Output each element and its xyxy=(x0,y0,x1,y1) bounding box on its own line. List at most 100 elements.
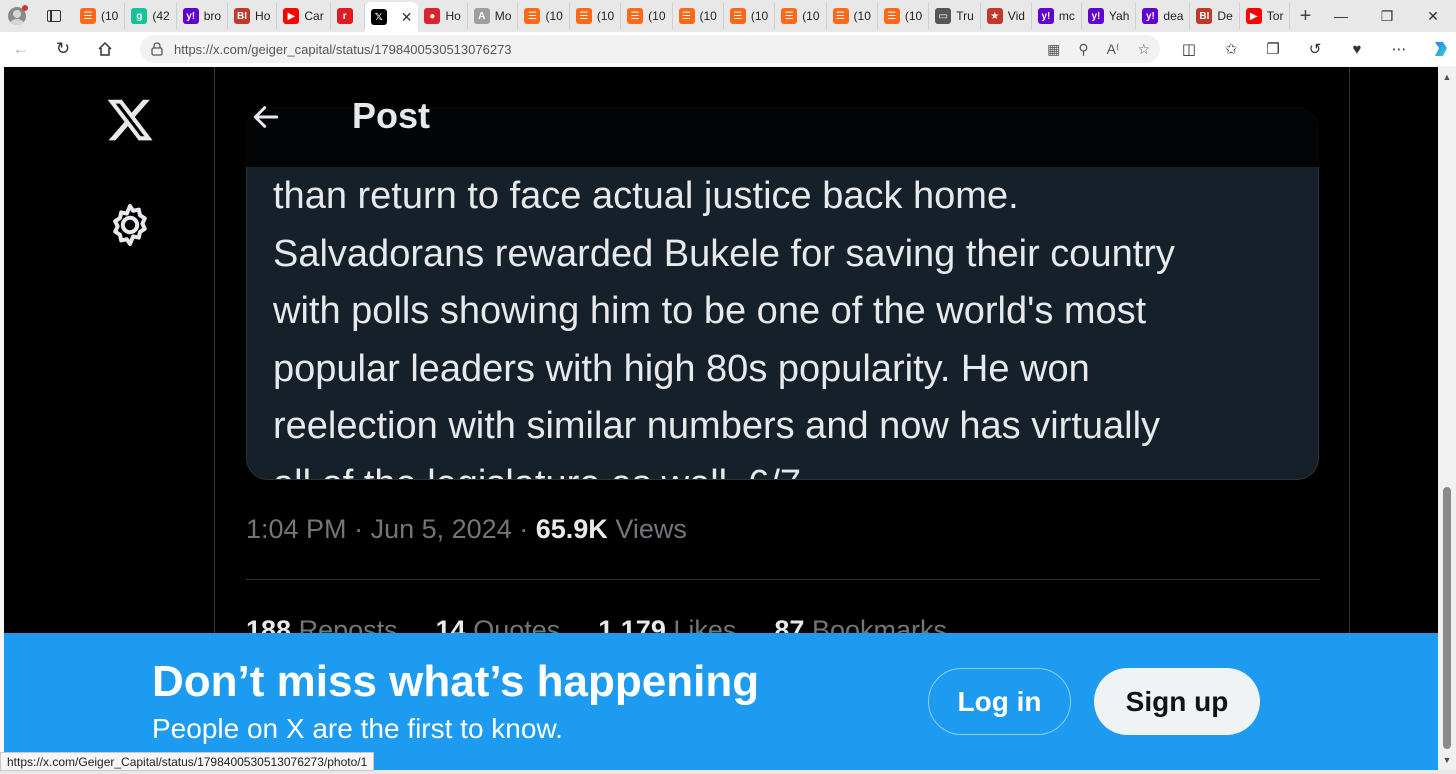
browser-tab[interactable]: ▶ Car xyxy=(277,3,331,29)
favorite-star-icon[interactable]: ☆ xyxy=(1137,41,1150,58)
page-scrollbar[interactable]: ▲ ▼ xyxy=(1438,67,1456,770)
views-label: Views xyxy=(615,514,687,544)
red-pin-icon: ● xyxy=(424,8,441,24)
post-time[interactable]: 1:04 PM xyxy=(246,514,347,544)
notification-dot xyxy=(22,5,28,11)
browser-tab[interactable]: ☰ (10 xyxy=(621,3,673,29)
zoom-icon[interactable]: ⚲ xyxy=(1078,41,1088,58)
divider xyxy=(246,579,1320,580)
browser-tab[interactable]: ● Ho xyxy=(418,3,468,29)
substack-icon: ☰ xyxy=(678,8,695,24)
tab-label: (10 xyxy=(750,9,769,23)
substack-icon: ☰ xyxy=(524,8,541,24)
views-count: 65.9K xyxy=(535,514,608,544)
x-logo-icon[interactable] xyxy=(104,95,156,145)
post-header: Post xyxy=(216,67,1349,167)
tab-label: Mo xyxy=(494,9,512,23)
quote-line: popular leaders with high 80s popularity… xyxy=(273,347,1090,390)
login-button[interactable]: Log in xyxy=(928,668,1071,735)
close-tab-icon[interactable]: ✕ xyxy=(401,9,413,26)
performance-icon[interactable]: ♥ xyxy=(1336,41,1378,58)
browser-tab[interactable]: r xyxy=(331,3,365,29)
gear-icon[interactable] xyxy=(106,201,154,249)
quote-line: with polls showing him to be one of the … xyxy=(273,290,1147,332)
app-grid-icon[interactable]: ▦ xyxy=(1047,41,1060,58)
back-arrow-icon[interactable] xyxy=(250,101,282,133)
browser-tab[interactable]: y! Yah xyxy=(1082,3,1137,29)
tab-label: (10 xyxy=(853,9,871,23)
browser-tab[interactable]: ☰ (10 xyxy=(570,3,622,29)
post-date[interactable]: Jun 5, 2024 xyxy=(371,514,512,544)
address-url: https://x.com/geiger_capital/status/1798… xyxy=(174,41,512,57)
collections-icon[interactable]: ❐ xyxy=(1252,40,1294,58)
scroll-down-arrow-icon[interactable]: ▼ xyxy=(1438,752,1456,768)
browser-tab[interactable]: ☰ (10 xyxy=(775,3,827,29)
quote-line: Salvadorans rewarded Bukele for saving t… xyxy=(273,232,1175,275)
lock-icon[interactable] xyxy=(140,42,174,56)
history-icon[interactable]: ↺ xyxy=(1294,40,1336,58)
business-insider-icon: BI xyxy=(234,8,251,24)
browser-tab[interactable]: ☰ (10 xyxy=(673,3,724,29)
refresh-button[interactable]: ↻ xyxy=(42,32,84,66)
home-button[interactable] xyxy=(84,32,126,66)
scroll-up-arrow-icon[interactable]: ▲ xyxy=(1438,69,1456,85)
yahoo-icon: y! xyxy=(182,8,199,24)
browser-tab[interactable]: BI Ho xyxy=(228,3,278,29)
back-button[interactable]: ← xyxy=(0,32,42,66)
browser-tab[interactable]: ☰ (10 xyxy=(827,3,878,29)
tab-label: bro xyxy=(203,9,222,23)
tab-label: mc xyxy=(1058,9,1075,23)
split-screen-icon[interactable]: ◫ xyxy=(1168,40,1210,58)
scrollbar-thumb[interactable] xyxy=(1443,487,1451,749)
browser-tab[interactable]: ☰ (10 xyxy=(724,3,776,29)
address-bar[interactable]: https://x.com/geiger_capital/status/1798… xyxy=(140,35,1160,63)
tab-label: Ho xyxy=(255,9,271,23)
substack-icon: ☰ xyxy=(575,8,592,24)
read-aloud-icon[interactable]: A⁽ xyxy=(1107,41,1120,58)
close-window-button[interactable]: ✕ xyxy=(1410,0,1456,32)
browser-tab[interactable]: ☰ (10 xyxy=(74,3,126,29)
substack-icon: ☰ xyxy=(729,8,746,24)
link-status-bar: https://x.com/Geiger_Capital/status/1798… xyxy=(0,752,375,771)
tab-label: Vid xyxy=(1007,9,1025,23)
tab-label: Tor xyxy=(1266,9,1284,23)
star-icon: ★ xyxy=(986,8,1003,24)
address-bar-actions: ▦ ⚲ A⁽ ☆ xyxy=(1047,35,1150,63)
browser-tab[interactable]: y! mc xyxy=(1032,3,1082,29)
minimize-button[interactable]: — xyxy=(1318,0,1364,32)
browser-tab[interactable]: y! dea xyxy=(1136,3,1191,29)
browser-tab[interactable]: ☰ (10 xyxy=(518,3,570,29)
restore-button[interactable]: ❐ xyxy=(1364,0,1410,32)
browser-tab[interactable]: ☰ (10 xyxy=(878,3,930,29)
favorites-icon[interactable]: ✩ xyxy=(1210,40,1252,58)
browser-tab[interactable]: ★ Vid xyxy=(981,3,1032,29)
yahoo-icon: y! xyxy=(1037,8,1054,24)
copilot-icon[interactable] xyxy=(1420,39,1456,59)
more-menu-icon[interactable]: ⋯ xyxy=(1378,40,1420,58)
substack-icon: ☰ xyxy=(781,8,798,24)
browser-tab[interactable]: BI De xyxy=(1190,3,1240,29)
home-icon xyxy=(98,41,112,56)
browser-tab[interactable]: g (42 xyxy=(125,3,177,29)
yahoo-icon: y! xyxy=(1142,8,1159,24)
document-icon: ▭ xyxy=(935,8,952,24)
tab-label: (10 xyxy=(101,9,119,23)
browser-tab[interactable]: A Mo xyxy=(468,3,519,29)
browser-tab[interactable]: 𝕏 ✕ xyxy=(364,2,419,32)
tab-actions-button[interactable] xyxy=(34,0,74,32)
quoted-post-text: than return to face actual justice back … xyxy=(273,168,1293,479)
window-controls: — ❐ ✕ xyxy=(1318,0,1456,32)
tab-label: (10 xyxy=(648,9,666,23)
page-title: Post xyxy=(352,95,431,136)
new-tab-button[interactable]: + xyxy=(1290,5,1320,28)
tab-label: Car xyxy=(304,9,324,23)
youtube-icon: ▶ xyxy=(283,8,300,24)
grammarly-icon: g xyxy=(131,8,148,24)
browser-tab[interactable]: ▶ Tor xyxy=(1240,3,1291,29)
browser-tab[interactable]: y! bro xyxy=(177,3,229,29)
browser-tab[interactable]: ▭ Tru xyxy=(929,3,981,29)
signup-button[interactable]: Sign up xyxy=(1094,668,1260,735)
browser-extensions: ◫ ✩ ❐ ↺ ♥ ⋯ xyxy=(1168,32,1456,66)
profile-avatar[interactable] xyxy=(0,0,34,32)
meta-separator: · xyxy=(354,514,364,544)
